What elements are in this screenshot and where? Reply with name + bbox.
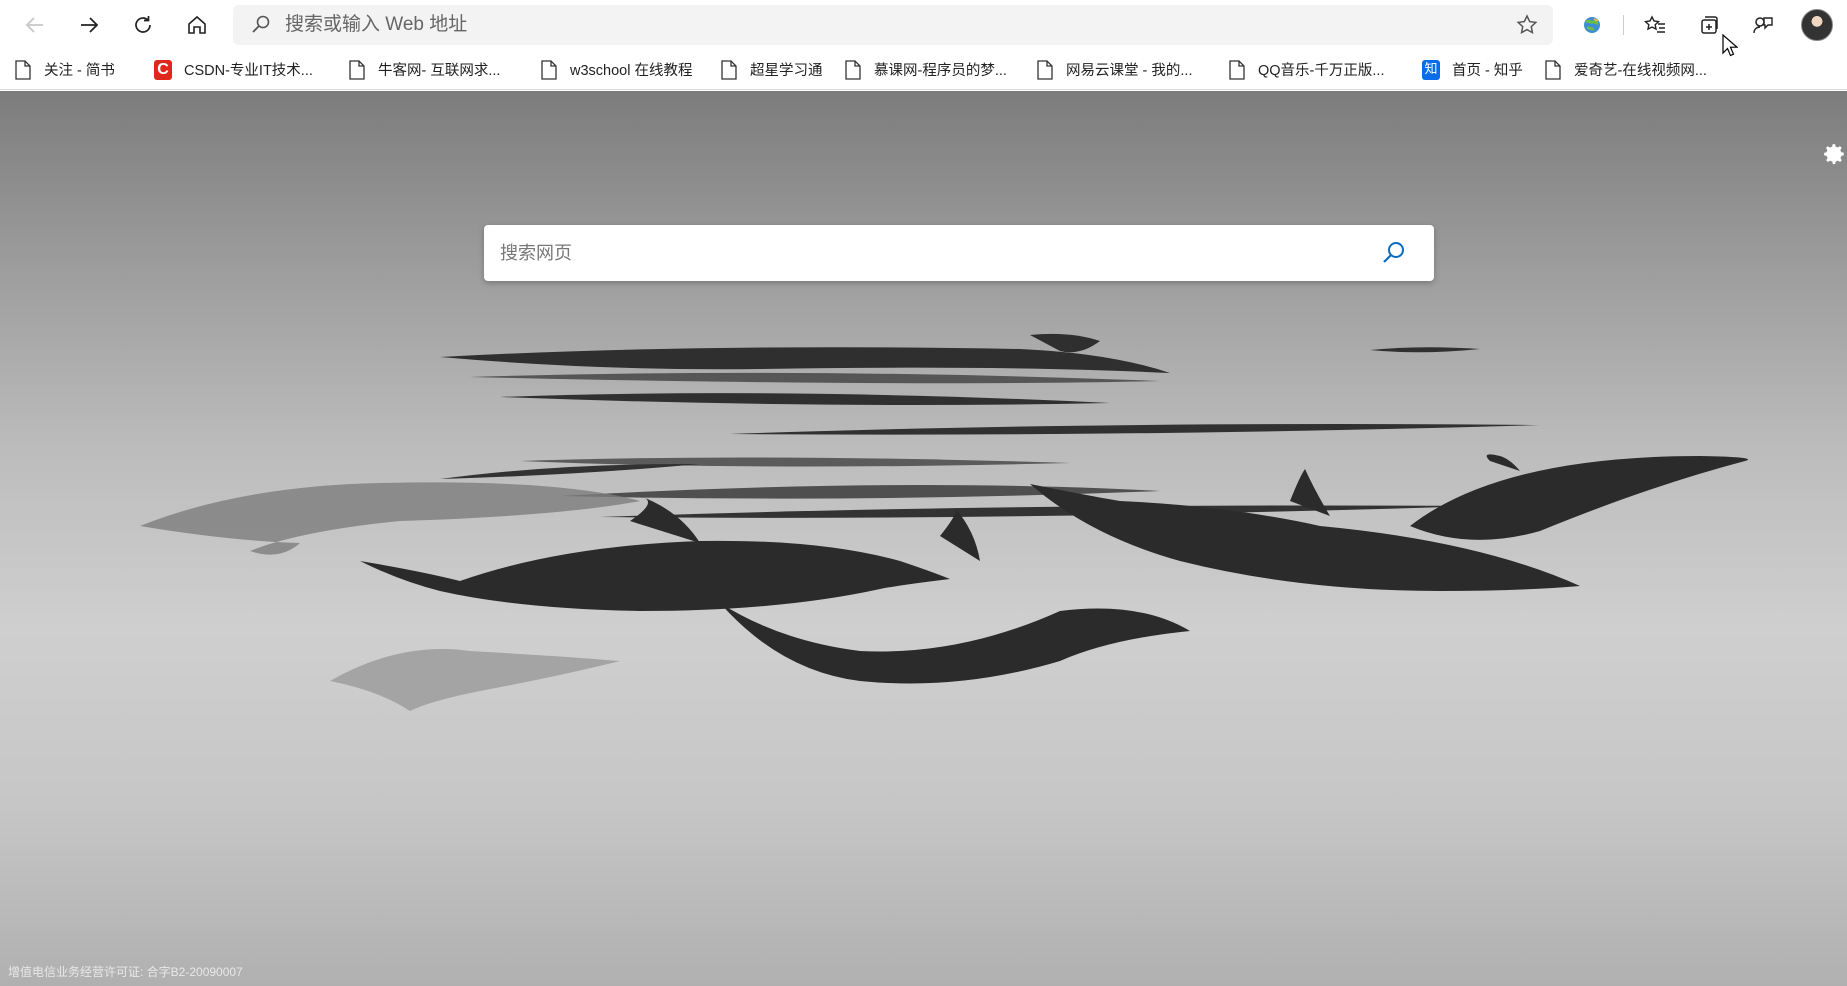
address-bar[interactable]	[233, 5, 1553, 45]
star-icon[interactable]	[1515, 13, 1539, 37]
browser-toolbar	[0, 0, 1847, 50]
bookmark-label: 超星学习通	[750, 63, 823, 79]
zhihu-icon: 知	[1422, 59, 1440, 80]
earth-extension-icon	[1584, 17, 1600, 33]
bookmark-chaoxing[interactable]: 超星学习通	[720, 50, 844, 90]
page-icon	[844, 59, 862, 81]
back-button[interactable]	[8, 0, 62, 50]
gear-icon[interactable]	[1821, 141, 1847, 167]
bookmark-jianshu[interactable]: 关注 - 简书	[14, 50, 154, 90]
bookmark-label: QQ音乐-千万正版...	[1258, 63, 1385, 79]
address-input[interactable]	[285, 14, 1485, 36]
favorites-list-icon	[1643, 15, 1665, 33]
bookmark-csdn[interactable]: C CSDN-专业IT技术...	[154, 50, 348, 90]
csdn-icon: C	[154, 59, 172, 80]
profile-avatar	[1801, 9, 1833, 41]
toolbar-extensions	[1565, 0, 1844, 50]
bookmark-label: 首页 - 知乎	[1452, 63, 1523, 79]
bookmark-label: 慕课网-程序员的梦...	[874, 63, 1007, 79]
bookmark-label: w3school 在线教程	[570, 63, 693, 79]
page-icon	[1544, 59, 1562, 81]
page-icon	[1228, 59, 1246, 81]
arrow-left-icon	[25, 17, 43, 33]
bookmark-label: 牛客网- 互联网求...	[378, 63, 501, 79]
bookmark-163study[interactable]: 网易云课堂 - 我的...	[1036, 50, 1228, 90]
feedback-button[interactable]	[1736, 0, 1790, 50]
home-button[interactable]	[170, 0, 224, 50]
bookmark-zhihu[interactable]: 知 首页 - 知乎	[1422, 50, 1544, 90]
bookmark-label: CSDN-专业IT技术...	[184, 63, 313, 79]
arrow-right-icon	[81, 17, 99, 33]
mouse-cursor-icon	[1722, 34, 1738, 57]
bookmark-label: 关注 - 简书	[44, 63, 115, 79]
refresh-icon	[135, 16, 151, 33]
page-icon	[540, 59, 558, 81]
page-icon	[348, 59, 366, 81]
bookmark-label: 爱奇艺-在线视频网...	[1574, 63, 1707, 79]
feedback-icon	[1753, 17, 1773, 34]
bookmark-nowcoder[interactable]: 牛客网- 互联网求...	[348, 50, 540, 90]
page-icon	[720, 59, 738, 81]
page-icon	[1036, 59, 1054, 81]
toolbar-separator	[1623, 15, 1624, 35]
bookmark-label: 网易云课堂 - 我的...	[1066, 63, 1193, 79]
page-icon	[14, 59, 32, 81]
forward-button[interactable]	[62, 0, 116, 50]
bookmark-w3school[interactable]: w3school 在线教程	[540, 50, 720, 90]
home-icon	[188, 15, 206, 34]
earth-extension-button[interactable]	[1565, 0, 1619, 50]
web-search-box[interactable]	[484, 225, 1434, 281]
collections-icon	[1701, 16, 1718, 34]
new-tab-background: 增值电信业务经营许可证: 合字B2-20090007	[0, 91, 1847, 986]
bookmark-qqmusic[interactable]: QQ音乐-千万正版...	[1228, 50, 1422, 90]
favorites-button[interactable]	[1628, 0, 1682, 50]
profile-button[interactable]	[1790, 0, 1844, 50]
bookmark-imooc[interactable]: 慕课网-程序员的梦...	[844, 50, 1036, 90]
web-search-input[interactable]	[500, 242, 1360, 264]
search-icon[interactable]	[1380, 239, 1408, 267]
search-icon	[252, 15, 270, 33]
bookmarks-bar: 关注 - 简书 C CSDN-专业IT技术... 牛客网- 互联网求... w3…	[0, 50, 1847, 90]
bookmark-iqiyi[interactable]: 爱奇艺-在线视频网...	[1544, 50, 1734, 90]
refresh-button[interactable]	[116, 0, 170, 50]
license-text: 增值电信业务经营许可证: 合字B2-20090007	[8, 965, 243, 979]
